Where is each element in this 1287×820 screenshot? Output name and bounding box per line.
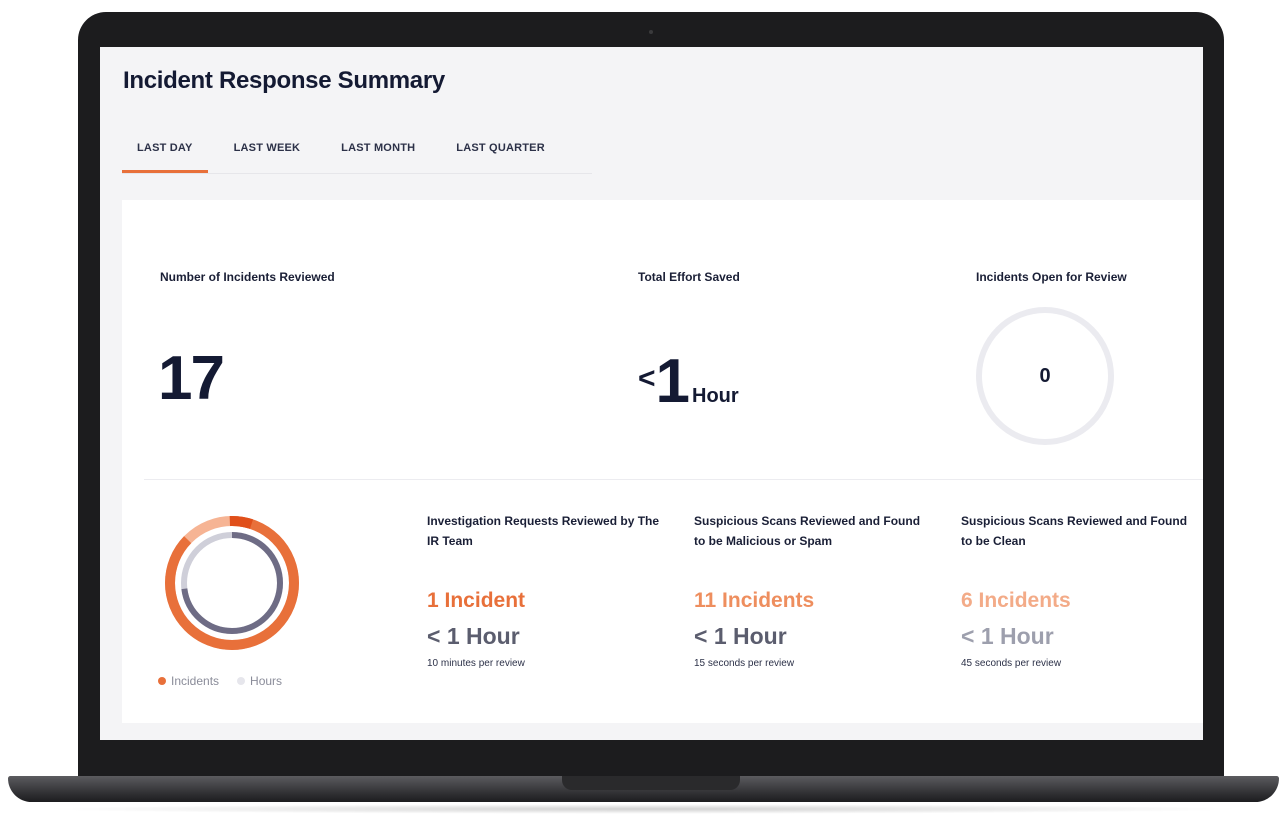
screen-bezel	[78, 740, 1224, 778]
hours-ring	[181, 532, 283, 634]
laptop-shadow	[40, 804, 1247, 814]
legend-hours: Hours	[237, 674, 282, 688]
incidents-hours-donut	[165, 516, 299, 650]
metric-rate: 45 seconds per review	[961, 658, 1062, 669]
tab-last-month[interactable]: LAST MONTH	[326, 133, 430, 170]
metric-title: Suspicious Scans Reviewed and Found to b…	[694, 514, 921, 548]
metric-count: 1 Incident	[427, 589, 526, 612]
effort-prefix: <	[638, 362, 656, 395]
metric-title: Suspicious Scans Reviewed and Found to b…	[961, 514, 1188, 548]
metric-clean: Suspicious Scans Reviewed and Found to b…	[961, 511, 1201, 669]
open-incidents-value: 0	[1039, 365, 1051, 387]
effort-number: 1	[655, 347, 691, 416]
metric-rate: 15 seconds per review	[694, 658, 795, 669]
metric-count: 11 Incidents	[694, 589, 815, 612]
tab-last-week[interactable]: LAST WEEK	[219, 133, 316, 170]
donut-legend: Incidents Hours	[158, 674, 300, 688]
metric-time: < 1 Hour	[427, 623, 520, 649]
section-divider	[144, 479, 1203, 480]
screen: Incident Response Summary LAST DAY LAST …	[100, 47, 1203, 740]
page-title: Incident Response Summary	[123, 67, 445, 94]
tab-last-quarter[interactable]: LAST QUARTER	[441, 133, 560, 170]
metric-time: < 1 Hour	[694, 623, 787, 649]
incidents-ring	[165, 516, 299, 650]
metric-ir-team: Investigation Requests Reviewed by The I…	[427, 511, 667, 669]
legend-incidents: Incidents	[158, 674, 219, 688]
incidents-reviewed-label: Number of Incidents Reviewed	[160, 270, 335, 284]
metric-malicious-spam: Suspicious Scans Reviewed and Found to b…	[694, 511, 934, 669]
hours-dot-icon	[237, 677, 246, 685]
camera-icon	[649, 30, 653, 34]
time-range-tabs: LAST DAY LAST WEEK LAST MONTH LAST QUART…	[122, 133, 592, 174]
laptop-frame: Incident Response Summary LAST DAY LAST …	[0, 0, 1287, 820]
summary-card: Number of Incidents Reviewed 17 Total Ef…	[122, 200, 1203, 723]
effort-saved-label: Total Effort Saved	[638, 270, 740, 284]
effort-unit: Hour	[692, 385, 739, 407]
effort-saved-value: <1 Hour	[638, 346, 739, 417]
tab-last-day[interactable]: LAST DAY	[122, 133, 208, 173]
legend-incidents-label: Incidents	[171, 674, 220, 688]
open-incidents-label: Incidents Open for Review	[976, 270, 1127, 284]
metric-time: < 1 Hour	[961, 623, 1054, 649]
legend-hours-label: Hours	[250, 674, 283, 688]
laptop-notch	[562, 776, 740, 790]
incidents-reviewed-value: 17	[158, 344, 225, 413]
incidents-dot-icon	[158, 677, 166, 685]
metric-rate: 10 minutes per review	[427, 658, 525, 669]
metric-count: 6 Incidents	[961, 589, 1071, 612]
metric-title: Investigation Requests Reviewed by The I…	[427, 514, 660, 548]
